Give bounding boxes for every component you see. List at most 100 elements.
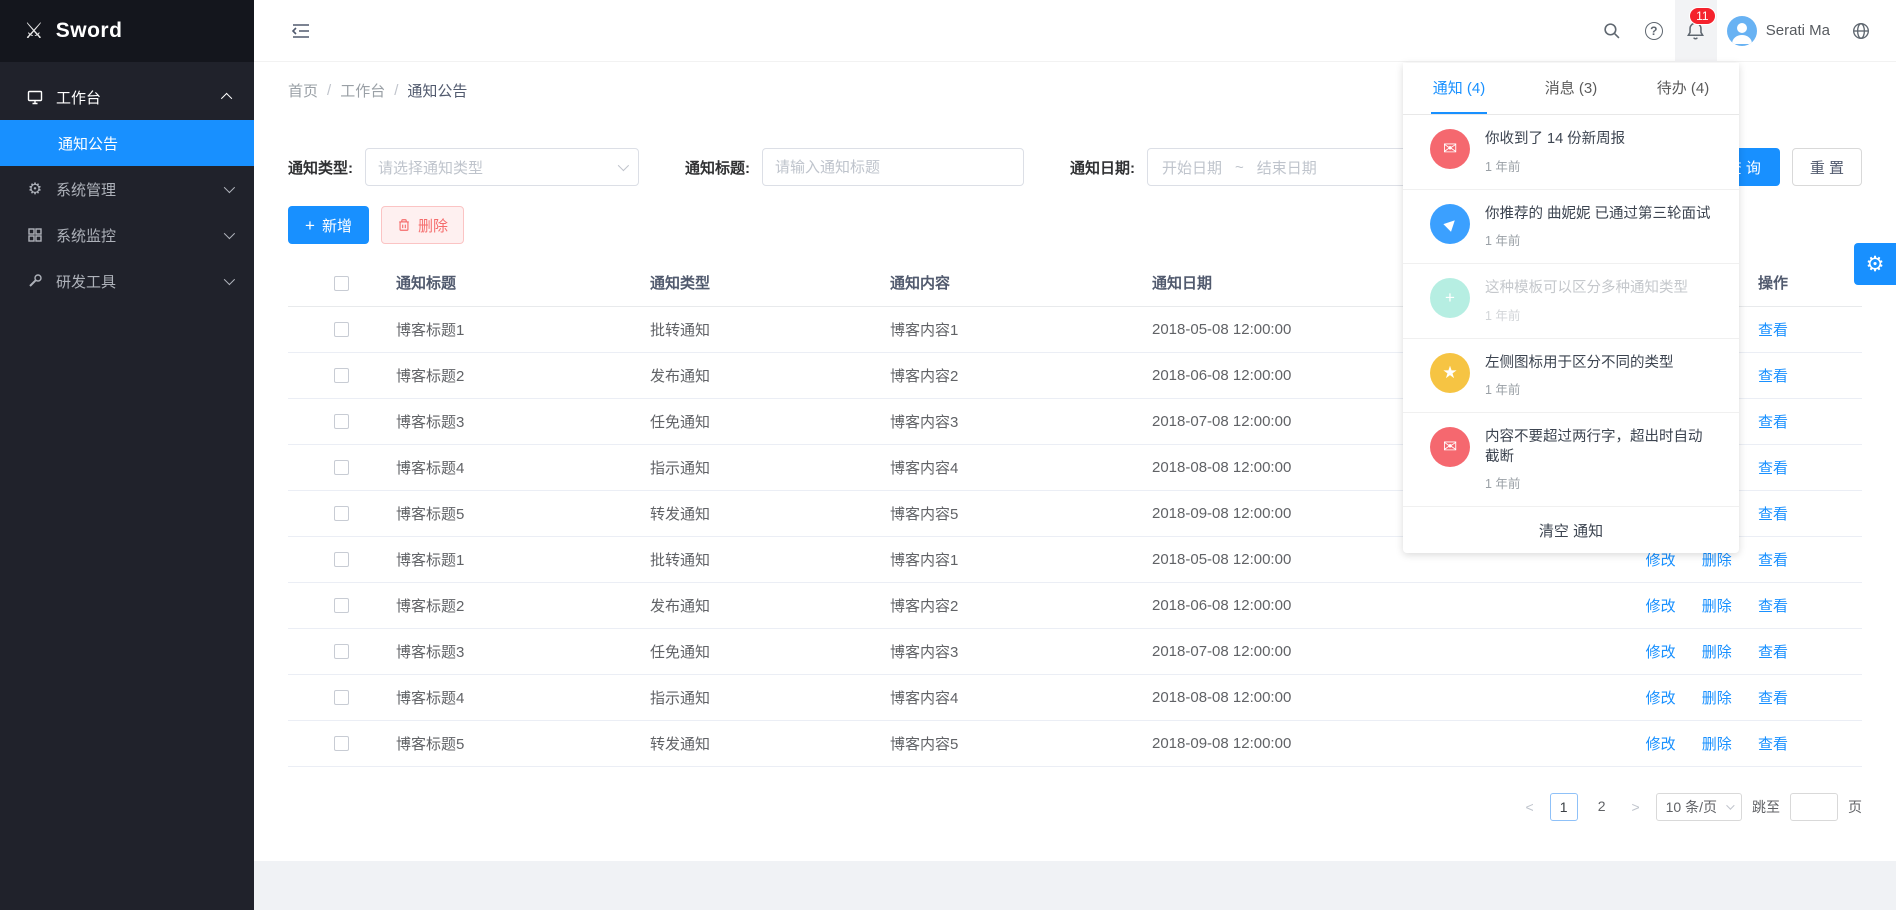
reset-button[interactable]: 重 置 <box>1792 148 1862 186</box>
delete-button[interactable]: 删除 <box>381 206 464 244</box>
help-icon[interactable]: ? <box>1633 0 1675 62</box>
row-action-edit[interactable]: 修改 <box>1646 690 1676 707</box>
select-placeholder: 请选择通知类型 <box>378 157 483 178</box>
notification-item[interactable]: ▶ 你推荐的 曲妮妮 已通过第三轮面试 1 年前 <box>1403 190 1739 265</box>
tab-todos[interactable]: 待办 (4) <box>1627 63 1739 114</box>
table-row: 博客标题2 发布通知 博客内容2 2018-06-08 12:00:00 修改 … <box>288 582 1862 628</box>
row-checkbox[interactable] <box>334 322 349 337</box>
table-row: 博客标题4 指示通知 博客内容4 2018-08-08 12:00:00 修改 … <box>288 674 1862 720</box>
date-range-picker[interactable]: 开始日期 ~ 结束日期 <box>1147 148 1447 186</box>
row-checkbox[interactable] <box>334 552 349 567</box>
plus-icon: + <box>1430 278 1470 318</box>
sidebar-collapse-button[interactable] <box>280 0 322 62</box>
notification-time: 1 年前 <box>1485 230 1711 249</box>
header-notice-title: 通知标题 <box>396 260 650 306</box>
cell-notice-content: 博客内容5 <box>890 490 1152 536</box>
app-title: Sword <box>56 19 123 43</box>
row-action-view[interactable]: 查看 <box>1758 598 1788 615</box>
row-action-view[interactable]: 查看 <box>1758 368 1788 385</box>
add-button[interactable]: + 新增 <box>288 206 369 244</box>
clear-notifications-button[interactable]: 清空 通知 <box>1403 507 1739 553</box>
page-size-select[interactable]: 10 条/页 <box>1656 793 1742 821</box>
wrench-icon <box>26 273 44 289</box>
row-action-view[interactable]: 查看 <box>1758 736 1788 753</box>
chevron-down-icon <box>1726 801 1734 809</box>
page-number-2[interactable]: 2 <box>1588 793 1616 821</box>
row-checkbox[interactable] <box>334 368 349 383</box>
breadcrumb-separator: / <box>327 82 331 99</box>
sidebar-item-notice[interactable]: 通知公告 <box>0 120 254 166</box>
row-action-delete[interactable]: 删除 <box>1702 552 1732 569</box>
prev-page-button[interactable]: < <box>1520 799 1540 815</box>
cell-notice-content: 博客内容4 <box>890 674 1152 720</box>
row-action-view[interactable]: 查看 <box>1758 506 1788 523</box>
sidebar-item-dev-tools[interactable]: 研发工具 <box>0 258 254 304</box>
page-number-1[interactable]: 1 <box>1550 793 1578 821</box>
row-action-delete[interactable]: 删除 <box>1702 598 1732 615</box>
breadcrumb-home[interactable]: 首页 <box>288 80 318 101</box>
search-icon[interactable] <box>1591 0 1633 62</box>
notice-title-input[interactable] <box>762 148 1024 186</box>
row-action-delete[interactable]: 删除 <box>1702 736 1732 753</box>
header-notice-content: 通知内容 <box>890 260 1152 306</box>
notification-item[interactable]: ★ 左侧图标用于区分不同的类型 1 年前 <box>1403 339 1739 414</box>
sidebar-item-workbench[interactable]: 工作台 <box>0 74 254 120</box>
notification-bell-button[interactable]: 11 <box>1675 0 1717 62</box>
cell-notice-content: 博客内容4 <box>890 444 1152 490</box>
cell-notice-title: 博客标题1 <box>396 306 650 352</box>
breadcrumb-workbench[interactable]: 工作台 <box>340 80 385 101</box>
chevron-down-icon <box>224 182 235 193</box>
row-checkbox[interactable] <box>334 414 349 429</box>
notification-item[interactable]: ✉ 你收到了 14 份新周报 1 年前 <box>1403 115 1739 190</box>
sidebar-item-system-monitor[interactable]: 系统监控 <box>0 212 254 258</box>
row-action-edit[interactable]: 修改 <box>1646 552 1676 569</box>
header-notice-type: 通知类型 <box>650 260 890 306</box>
jump-page-input[interactable] <box>1790 793 1838 821</box>
row-action-view[interactable]: 查看 <box>1758 552 1788 569</box>
row-action-delete[interactable]: 删除 <box>1702 644 1732 661</box>
cell-notice-type: 发布通知 <box>650 582 890 628</box>
row-action-view[interactable]: 查看 <box>1758 460 1788 477</box>
row-action-view[interactable]: 查看 <box>1758 414 1788 431</box>
row-checkbox[interactable] <box>334 736 349 751</box>
globe-icon[interactable] <box>1840 0 1882 62</box>
notification-item[interactable]: + 这种模板可以区分多种通知类型 1 年前 <box>1403 264 1739 339</box>
notification-title: 左侧图标用于区分不同的类型 <box>1485 354 1674 374</box>
row-checkbox[interactable] <box>334 644 349 659</box>
next-page-button[interactable]: > <box>1626 799 1646 815</box>
notification-item[interactable]: ✉ 内容不要超过两行字，超出时自动截断 1 年前 <box>1403 413 1739 507</box>
row-action-edit[interactable]: 修改 <box>1646 736 1676 753</box>
row-action-edit[interactable]: 修改 <box>1646 644 1676 661</box>
jump-label: 跳至 <box>1752 797 1780 817</box>
cell-notice-title: 博客标题4 <box>396 674 650 720</box>
notification-title: 你推荐的 曲妮妮 已通过第三轮面试 <box>1485 205 1711 225</box>
notice-type-select[interactable]: 请选择通知类型 <box>365 148 639 186</box>
row-action-delete[interactable]: 删除 <box>1702 690 1732 707</box>
row-checkbox[interactable] <box>334 690 349 705</box>
row-checkbox[interactable] <box>334 460 349 475</box>
row-action-view[interactable]: 查看 <box>1758 690 1788 707</box>
mail-icon: ✉ <box>1430 427 1470 467</box>
user-menu[interactable]: Serati Ma <box>1717 16 1840 46</box>
chevron-up-icon <box>221 93 232 104</box>
row-checkbox[interactable] <box>334 506 349 521</box>
cell-notice-type: 指示通知 <box>650 674 890 720</box>
sidebar-item-label: 工作台 <box>56 87 101 108</box>
row-action-view[interactable]: 查看 <box>1758 644 1788 661</box>
cell-notice-title: 博客标题3 <box>396 398 650 444</box>
select-all-checkbox[interactable] <box>334 276 349 291</box>
cell-notice-type: 发布通知 <box>650 352 890 398</box>
cell-notice-type: 任免通知 <box>650 628 890 674</box>
cell-notice-content: 博客内容3 <box>890 628 1152 674</box>
settings-fab-button[interactable]: ⚙ <box>1854 243 1896 285</box>
notification-tabs: 通知 (4) 消息 (3) 待办 (4) <box>1403 63 1739 115</box>
sidebar-item-label: 系统管理 <box>56 179 116 200</box>
notification-list: ✉ 你收到了 14 份新周报 1 年前 ▶ 你推荐的 曲妮妮 已通过第三轮面试 … <box>1403 115 1739 507</box>
tab-notices[interactable]: 通知 (4) <box>1403 63 1515 114</box>
sidebar-item-system-manage[interactable]: ⚙ 系统管理 <box>0 166 254 212</box>
row-action-edit[interactable]: 修改 <box>1646 598 1676 615</box>
gear-icon: ⚙ <box>1866 252 1885 277</box>
tab-messages[interactable]: 消息 (3) <box>1515 63 1627 114</box>
row-checkbox[interactable] <box>334 598 349 613</box>
row-action-view[interactable]: 查看 <box>1758 322 1788 339</box>
